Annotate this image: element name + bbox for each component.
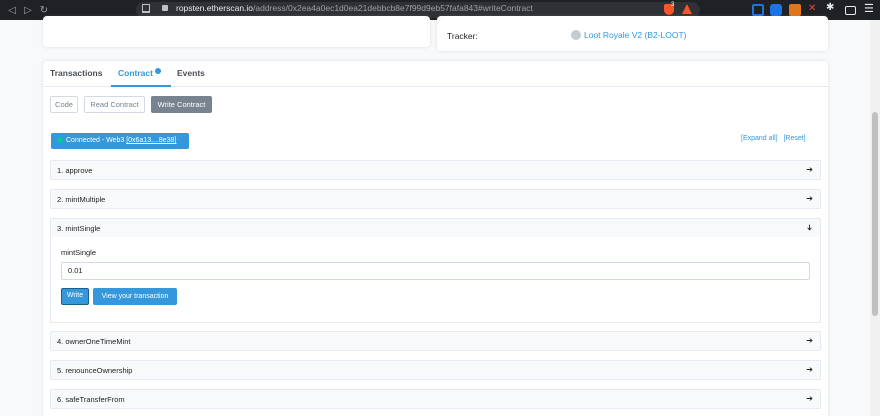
connection-status-text: Connected - Web3 (66, 137, 127, 144)
tab-contract[interactable]: Contract (118, 68, 161, 78)
back-icon[interactable]: ◁ (4, 5, 20, 16)
write-contract-button[interactable]: Write Contract (151, 96, 212, 113)
function-name: 5. renounceOwnership (57, 366, 133, 375)
brave-badge: 3 (671, 2, 675, 8)
extension-2-icon[interactable] (770, 4, 782, 16)
tracker-label: Tracker: (447, 31, 478, 41)
read-contract-button[interactable]: Read Contract (84, 96, 145, 113)
extension-1-icon[interactable] (752, 4, 764, 16)
metamask-icon[interactable] (789, 4, 801, 16)
url-text[interactable]: ropsten.etherscan.io/address/0x2ea4a0ec1… (176, 3, 533, 13)
tab-transactions[interactable]: Transactions (50, 68, 102, 78)
expand-all-link[interactable]: [Expand all] (741, 135, 778, 142)
reset-link[interactable]: [Reset] (783, 135, 805, 142)
overview-card-left (43, 16, 430, 47)
function-name: 3. mintSingle (57, 224, 101, 233)
arrow-right-icon: ➔ (806, 194, 813, 203)
active-tab-indicator (111, 85, 171, 87)
function-name: 4. ownerOneTimeMint (57, 337, 131, 346)
extension-x-icon[interactable]: ✕ (808, 3, 820, 15)
verified-check-icon (154, 68, 161, 74)
write-button[interactable]: Write (61, 288, 89, 305)
function-name: 6. safeTransferFrom (57, 395, 125, 404)
forward-icon[interactable]: ▷ (20, 5, 36, 16)
arrow-right-icon: ➔ (806, 165, 813, 174)
code-button[interactable]: Code (50, 96, 78, 113)
tab-bar: Transactions Contract Events (43, 61, 828, 87)
url-host: ropsten.etherscan.io (176, 3, 254, 13)
view-transaction-button[interactable]: View your transaction (93, 288, 177, 305)
wallet-address-link[interactable]: [0x6a13....8e38] (126, 137, 176, 144)
arrow-down-icon: ➔ (805, 224, 815, 231)
function-mintMultiple[interactable]: 2. mintMultiple ➔ (50, 189, 821, 209)
mintSingle-form: mintSingle 0.01 Write View your transact… (50, 237, 821, 323)
mintSingle-input[interactable]: 0.01 (61, 262, 810, 280)
token-link[interactable]: Loot Royale V2 (B2-LOOT) (584, 30, 687, 40)
tab-events[interactable]: Events (177, 68, 205, 78)
arrow-right-icon: ➔ (806, 365, 813, 374)
puzzle-extensions-icon[interactable]: ✱ (826, 2, 838, 14)
function-mintSingle[interactable]: 3. mintSingle ➔ (50, 218, 821, 238)
brave-rewards-icon[interactable] (682, 4, 692, 14)
url-path: /address/0x2ea4a0ec1d0ea21debbcb8e7f99d9… (253, 3, 533, 13)
bookmark-icon[interactable] (142, 4, 150, 13)
menu-icon[interactable]: ☰ (864, 2, 876, 15)
connected-web3-button[interactable]: Connected - Web3 [0x6a13....8e38] (51, 133, 189, 149)
function-approve[interactable]: 1. approve ➔ (50, 160, 821, 180)
lock-icon[interactable] (162, 5, 168, 11)
overview-card-right: Tracker: Loot Royale V2 (B2-LOOT) (437, 16, 828, 51)
wallet-icon[interactable] (845, 6, 856, 15)
arrow-right-icon: ➔ (806, 336, 813, 345)
function-name: 2. mintMultiple (57, 195, 106, 204)
function-renounceOwnership[interactable]: 5. renounceOwnership ➔ (50, 360, 821, 380)
connected-status-dot (57, 137, 63, 143)
function-ownerOneTimeMint[interactable]: 4. ownerOneTimeMint ➔ (50, 331, 821, 351)
token-icon (571, 30, 581, 40)
arrow-right-icon: ➔ (806, 394, 813, 403)
param-label: mintSingle (61, 248, 97, 257)
reload-icon[interactable]: ↻ (36, 5, 52, 16)
scrollbar-thumb[interactable] (872, 112, 878, 316)
function-name: 1. approve (57, 166, 93, 175)
contract-card: Transactions Contract Events Code Read C… (43, 61, 828, 416)
function-safeTransferFrom[interactable]: 6. safeTransferFrom ➔ (50, 389, 821, 409)
expand-reset-controls: [Expand all] [Reset] (741, 135, 806, 142)
tab-contract-label: Contract (118, 68, 153, 78)
